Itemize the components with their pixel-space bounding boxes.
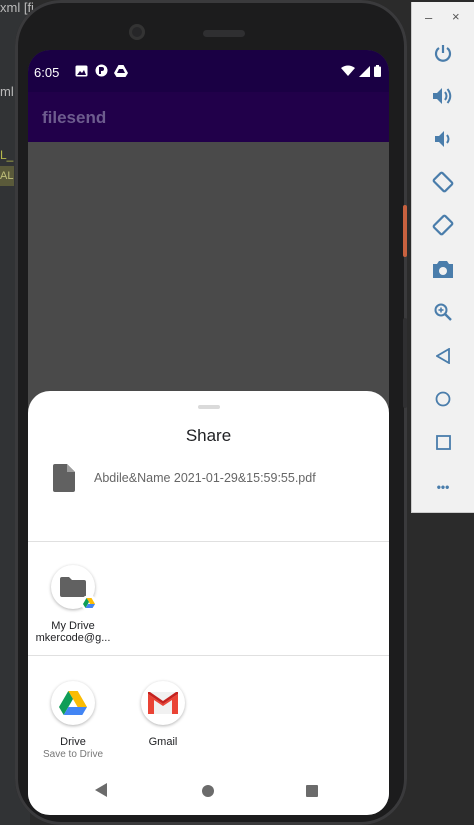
power-side-button[interactable] bbox=[403, 205, 407, 257]
camera-icon[interactable] bbox=[430, 256, 456, 282]
app-target-gmail[interactable]: Gmail bbox=[118, 681, 208, 748]
gallery-notification-icon bbox=[74, 64, 88, 77]
minimize-button[interactable]: – bbox=[425, 10, 432, 25]
status-time: 6:05 bbox=[34, 65, 60, 80]
volume-side-button[interactable] bbox=[403, 318, 407, 408]
gmail-app-icon-circle bbox=[141, 681, 185, 725]
app-target-drive[interactable]: Drive Save to Drive bbox=[28, 681, 118, 761]
ide-code-fragment: L_ bbox=[0, 148, 14, 162]
battery-icon bbox=[374, 64, 381, 82]
google-drive-icon bbox=[59, 691, 87, 715]
overview-icon[interactable] bbox=[430, 429, 456, 455]
navigation-bar bbox=[28, 768, 389, 814]
drive-notification-icon bbox=[114, 64, 128, 77]
more-icon[interactable]: ••• bbox=[430, 474, 456, 500]
zoom-icon[interactable] bbox=[430, 299, 456, 325]
rotate-left-icon[interactable] bbox=[430, 169, 456, 195]
my-drive-account: mkercode@g... bbox=[35, 632, 111, 644]
folder-icon bbox=[60, 577, 86, 597]
nav-recents-icon[interactable] bbox=[306, 785, 318, 797]
drive-label: Drive bbox=[60, 736, 86, 748]
phone-screen: 6:05 filesend Share Abdile&Name 2021-01-… bbox=[28, 50, 389, 815]
gmail-icon bbox=[148, 692, 178, 714]
home-icon[interactable] bbox=[430, 386, 456, 412]
back-icon[interactable] bbox=[430, 343, 456, 369]
front-camera bbox=[129, 24, 145, 40]
nav-back-icon[interactable] bbox=[95, 783, 107, 797]
ide-text-fragment: ml bbox=[0, 84, 14, 99]
ide-code-highlight: AL bbox=[0, 166, 14, 186]
sheet-drag-handle[interactable] bbox=[198, 405, 220, 409]
power-icon[interactable] bbox=[430, 40, 456, 66]
share-sheet: Share Abdile&Name 2021-01-29&15:59:55.pd… bbox=[28, 391, 389, 815]
app-title: filesend bbox=[42, 108, 107, 127]
app-notification-icon bbox=[94, 64, 108, 77]
earpiece-speaker bbox=[203, 30, 245, 37]
sheet-divider bbox=[28, 655, 389, 656]
app-bar: filesend bbox=[28, 92, 389, 142]
signal-icon bbox=[359, 64, 370, 82]
nav-home-icon[interactable] bbox=[202, 785, 214, 797]
my-drive-label: My Drive bbox=[51, 620, 95, 632]
status-bar: 6:05 bbox=[28, 50, 389, 92]
volume-up-icon[interactable] bbox=[430, 83, 456, 109]
wifi-icon bbox=[341, 64, 355, 82]
direct-target-my-drive[interactable]: My Drive mkercode@g... bbox=[28, 565, 118, 645]
file-icon bbox=[53, 464, 75, 492]
drive-app-icon-circle bbox=[51, 681, 95, 725]
gmail-label: Gmail bbox=[148, 736, 178, 748]
shared-file-name: Abdile&Name 2021-01-29&15:59:55.pdf bbox=[94, 471, 316, 485]
share-title: Share bbox=[185, 426, 232, 445]
drive-sublabel: Save to Drive bbox=[42, 749, 104, 760]
my-drive-avatar bbox=[51, 565, 97, 610]
rotate-right-icon[interactable] bbox=[430, 212, 456, 238]
sheet-divider bbox=[28, 541, 389, 542]
drive-badge-icon bbox=[81, 596, 97, 610]
emulator-toolbar: – × ••• bbox=[411, 2, 474, 513]
close-button[interactable]: × bbox=[452, 9, 460, 24]
volume-down-icon[interactable] bbox=[430, 126, 456, 152]
